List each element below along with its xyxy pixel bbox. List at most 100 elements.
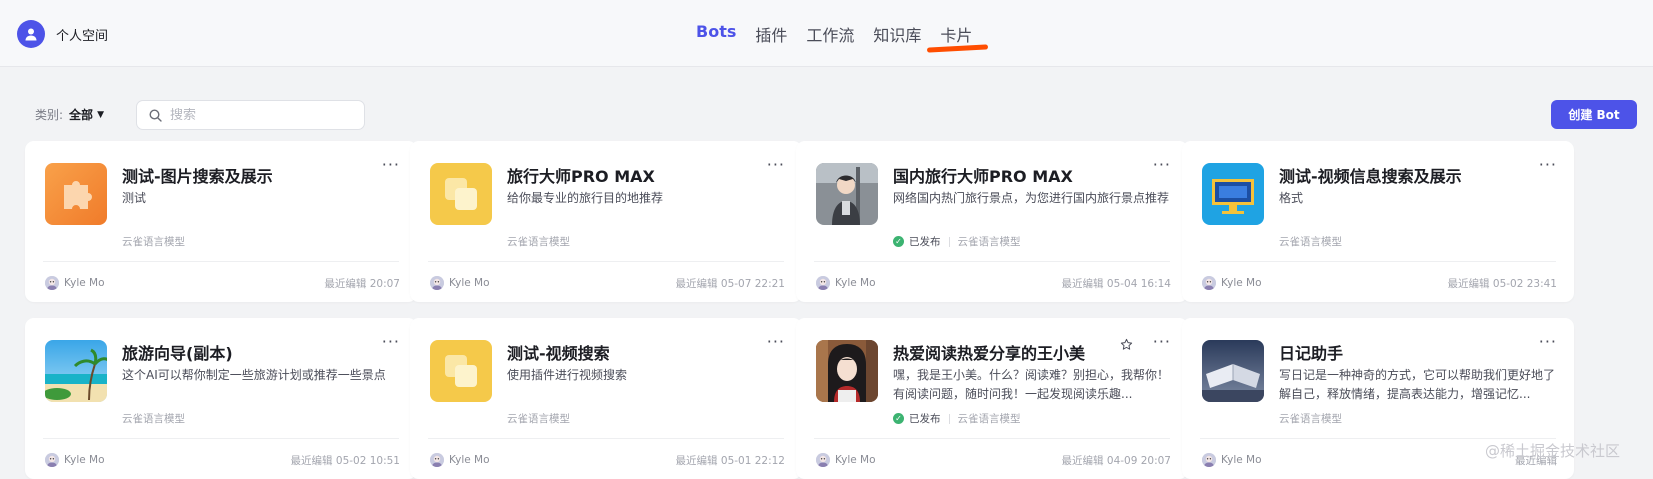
bot-card[interactable]: 旅游向导(副本) 这个AI可以帮你制定一些旅游计划或推荐一些景点 云雀语言模型 ···… (25, 318, 417, 479)
traveler-avatar (816, 163, 878, 225)
bot-title: 测试-视频信息搜索及展示 (1279, 167, 1462, 186)
bot-card[interactable]: 热爱阅读热爱分享的王小美嘿，我是王小美。什么？阅读难？别担心，我帮你！有阅读问题… (796, 318, 1188, 479)
owner-avatar (816, 276, 830, 290)
tab-plugins[interactable]: 插件 (755, 22, 787, 46)
last-edited: 最近编辑 05-04 16:14 (1061, 278, 1171, 290)
watermark: @稀土掘金技术社区 (1485, 442, 1621, 460)
owner-avatar (430, 276, 444, 290)
search-icon (149, 108, 162, 122)
publish-status: ✓ 已发布 (893, 411, 941, 426)
tab-knowledge[interactable]: 知识库 (873, 22, 921, 46)
reader-avatar (816, 340, 878, 402)
bot-card[interactable]: 测试-视频信息搜索及展示 格式 云雀语言模型 ··· Kyle Mo 最近编辑 05-02… (1182, 141, 1574, 302)
bot-title: 国内旅行大师PRO MAX (893, 167, 1073, 186)
bot-owner: Kyle Mo (430, 276, 490, 290)
bot-owner: Kyle Mo (430, 453, 490, 467)
puzzle-icon (45, 163, 107, 225)
more-options-icon[interactable]: ··· (382, 155, 400, 174)
bot-meta: ✓ 已发布 云雀语言模型 (893, 234, 1021, 249)
more-options-icon[interactable]: ··· (1539, 332, 1557, 351)
model-label: 云雀语言模型 (957, 413, 1021, 425)
bot-meta: 云雀语言模型 (122, 411, 185, 426)
bot-description: 嘿，我是王小美。什么？阅读难？别担心，我帮你！有阅读问题，随时问我！一起发现阅读… (893, 368, 1170, 401)
bot-card[interactable]: 旅行大师PRO MAX 给你最专业的旅行目的地推荐 云雀语言模型 ··· Kyle Mo… (410, 141, 802, 302)
card-divider (43, 261, 399, 262)
owner-name: Kyle Mo (1221, 454, 1262, 466)
workspace-switcher[interactable]: 个人空间 (17, 20, 108, 48)
bot-description: 网络国内热门旅行景点，为您进行国内旅行景点推荐 (893, 191, 1170, 205)
card-divider (1200, 438, 1556, 439)
bot-title: 测试-视频搜索 (507, 344, 610, 363)
model-label: 云雀语言模型 (122, 413, 185, 425)
search-box (136, 100, 365, 130)
category-select[interactable]: 全部 ▼ (69, 106, 104, 123)
bot-owner: Kyle Mo (816, 453, 876, 467)
publish-status-label: 已发布 (909, 236, 941, 248)
tab-cards[interactable]: 卡片 (940, 22, 972, 46)
default-bot-icon (430, 340, 492, 402)
more-options-icon[interactable]: ··· (1153, 155, 1171, 174)
bot-owner: Kyle Mo (45, 453, 105, 467)
bot-description: 格式 (1279, 191, 1304, 205)
owner-name: Kyle Mo (449, 277, 490, 289)
more-options-icon[interactable]: ··· (1153, 332, 1171, 351)
workspace-name: 个人空间 (56, 28, 109, 44)
owner-name: Kyle Mo (1221, 277, 1262, 289)
bot-description: 测试 (122, 191, 147, 205)
open-book-image (1202, 340, 1264, 402)
bot-title: 日记助手 (1279, 344, 1344, 363)
owner-name: Kyle Mo (64, 277, 105, 289)
owner-avatar (816, 453, 830, 467)
more-options-icon[interactable]: ··· (767, 332, 785, 351)
star-icon[interactable] (1120, 336, 1133, 355)
bot-description: 写日记是一种神奇的方式，它可以帮助我们更好地了解自己，释放情绪，提高表达能力，增… (1279, 368, 1556, 401)
check-icon: ✓ (893, 413, 904, 424)
more-options-icon[interactable]: ··· (1539, 155, 1557, 174)
owner-name: Kyle Mo (835, 454, 876, 466)
user-icon (17, 20, 45, 48)
bot-owner: Kyle Mo (1202, 276, 1262, 290)
card-divider (814, 438, 1170, 439)
owner-name: Kyle Mo (64, 454, 105, 466)
bot-owner: Kyle Mo (45, 276, 105, 290)
owner-avatar (45, 276, 59, 290)
bot-description: 给你最专业的旅行目的地推荐 (507, 191, 664, 205)
bot-card[interactable]: 测试-视频搜索 使用插件进行视频搜索 云雀语言模型 ··· Kyle Mo 最近编辑 05… (410, 318, 802, 479)
last-edited: 最近编辑 20:07 (324, 278, 400, 290)
card-divider (428, 261, 784, 262)
last-edited: 最近编辑 05-02 10:51 (290, 455, 400, 467)
bot-owner: Kyle Mo (1202, 453, 1262, 467)
last-edited: 最近编辑 05-02 23:41 (1447, 278, 1557, 290)
owner-avatar (1202, 276, 1216, 290)
tab-bots[interactable]: Bots (696, 22, 736, 46)
category-value: 全部 (69, 108, 94, 122)
bot-meta: 云雀语言模型 (507, 411, 570, 426)
default-bot-icon (430, 163, 492, 225)
divider (948, 236, 950, 247)
bot-title: 旅行大师PRO MAX (507, 167, 655, 186)
card-divider (428, 438, 784, 439)
bot-title: 热爱阅读热爱分享的王小美 (893, 344, 1086, 363)
owner-name: Kyle Mo (449, 454, 490, 466)
bot-card[interactable]: 国内旅行大师PRO MAX 网络国内热门旅行景点，为您进行国内旅行景点推荐 ✓ 已发布… (796, 141, 1188, 302)
model-label: 云雀语言模型 (957, 236, 1021, 248)
bot-card[interactable]: 测试-图片搜索及展示测试云雀语言模型 ··· Kyle Mo 最近编辑 20:07 (25, 141, 417, 302)
card-divider (43, 438, 399, 439)
bot-meta: 云雀语言模型 (1279, 411, 1342, 426)
top-bar: 个人空间 Bots 插件 工作流 知识库 卡片 (0, 0, 1653, 67)
more-options-icon[interactable]: ··· (767, 155, 785, 174)
create-bot-button[interactable]: 创建 Bot (1551, 100, 1637, 129)
search-input[interactable] (170, 107, 350, 123)
model-label: 云雀语言模型 (1279, 413, 1342, 425)
more-options-icon[interactable]: ··· (382, 332, 400, 351)
tab-workflows[interactable]: 工作流 (806, 22, 854, 46)
bot-title: 测试-图片搜索及展示 (122, 167, 273, 186)
bot-meta: ✓ 已发布 云雀语言模型 (893, 411, 1021, 426)
nav-tabs: Bots 插件 工作流 知识库 卡片 (696, 22, 991, 46)
model-label: 云雀语言模型 (122, 236, 185, 248)
owner-avatar (1202, 453, 1216, 467)
publish-status-label: 已发布 (909, 413, 941, 425)
category-label: 类别: (35, 108, 64, 122)
divider (948, 413, 950, 424)
category-filter: 类别: 全部 ▼ (35, 106, 104, 123)
